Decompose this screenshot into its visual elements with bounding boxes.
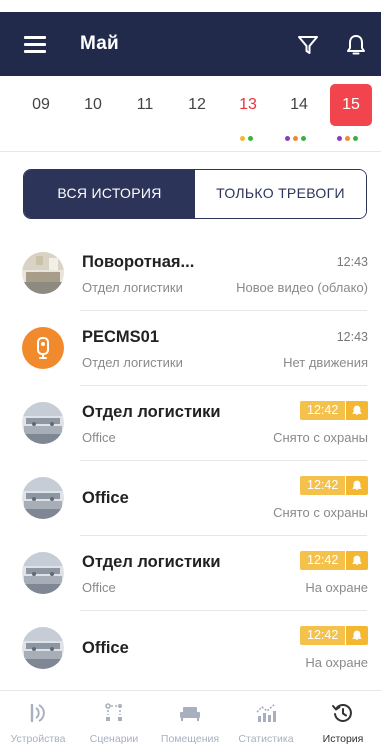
event-time: 12:42	[300, 626, 346, 645]
event-time: 12:43	[336, 330, 368, 344]
filter-icon[interactable]	[297, 34, 319, 56]
event-title: Office	[82, 489, 129, 507]
devices-icon	[30, 703, 45, 723]
event-dot	[353, 136, 358, 141]
event-title: Отдел логистики	[82, 403, 221, 421]
date-10[interactable]: 10	[72, 84, 114, 126]
office-avatar	[22, 627, 64, 669]
event-title: Поворотная...	[82, 253, 195, 271]
list-item[interactable]: Отдел логистики Office 12:42 На охране	[0, 536, 381, 611]
nav-rooms[interactable]: Помещения	[152, 691, 228, 752]
event-list: Поворотная... Отдел логистики 12:43 Ново…	[0, 236, 381, 686]
event-status: Снято с охраны	[273, 505, 368, 520]
event-status: На охране	[305, 655, 368, 670]
event-title: Отдел логистики	[82, 553, 221, 571]
event-status: Нет движения	[283, 355, 368, 370]
top-app-bar: Май	[0, 12, 381, 76]
event-dot	[240, 136, 245, 141]
bell-icon	[346, 401, 368, 420]
nav-scenarios[interactable]: Сценарии	[76, 691, 152, 752]
list-item[interactable]: Office 12:42 Снято с охраны	[0, 461, 381, 536]
motion-sensor-icon	[37, 337, 49, 359]
list-item[interactable]: Office 12:42 На охране	[0, 611, 381, 686]
nav-label: Статистика	[238, 733, 294, 745]
bottom-navigation: Устройства Сценарии Помещения Статистика	[0, 690, 381, 752]
list-item[interactable]: Отдел логистики Office 12:42 Снято с охр…	[0, 386, 381, 461]
event-subtitle: Отдел логистики	[82, 280, 183, 295]
office-avatar	[22, 477, 64, 519]
date-12[interactable]: 12	[176, 84, 218, 126]
event-status: Новое видео (облако)	[236, 280, 368, 295]
nav-statistics[interactable]: Статистика	[228, 691, 304, 752]
camera-snapshot-avatar	[22, 252, 64, 294]
alarm-badge: 12:42	[300, 476, 368, 495]
alarm-badge: 12:42	[300, 401, 368, 420]
tab-alarms-only[interactable]: ТОЛЬКО ТРЕВОГИ	[195, 170, 366, 218]
bell-icon[interactable]	[345, 33, 367, 57]
event-dot	[345, 136, 350, 141]
list-item[interactable]: Поворотная... Отдел логистики 12:43 Ново…	[0, 236, 381, 311]
alarm-badge: 12:42	[300, 626, 368, 645]
event-status: Снято с охраны	[273, 430, 368, 445]
date-09[interactable]: 09	[20, 84, 62, 126]
motion-sensor-avatar	[22, 327, 64, 369]
event-time: 12:42	[300, 401, 346, 420]
event-dot	[285, 136, 290, 141]
event-time: 12:42	[300, 476, 346, 495]
history-icon	[332, 704, 352, 722]
event-dot	[337, 136, 342, 141]
nav-label: Сценарии	[89, 733, 139, 745]
statistics-icon	[256, 703, 276, 722]
event-dots-15	[337, 136, 358, 142]
event-status: На охране	[305, 580, 368, 595]
nav-label: Помещения	[160, 733, 220, 745]
event-dot	[293, 136, 298, 141]
date-11[interactable]: 11	[124, 84, 166, 126]
nav-history[interactable]: История	[305, 691, 381, 752]
page-title: Май	[80, 33, 119, 54]
office-avatar	[22, 552, 64, 594]
event-title: PECMS01	[82, 328, 160, 346]
nav-devices[interactable]: Устройства	[0, 691, 76, 752]
nav-label: Устройства	[10, 733, 66, 745]
event-time: 12:42	[300, 551, 346, 570]
history-filter-toggle: ВСЯ ИСТОРИЯ ТОЛЬКО ТРЕВОГИ	[23, 169, 367, 219]
tab-all-history[interactable]: ВСЯ ИСТОРИЯ	[24, 170, 195, 218]
bell-icon	[346, 626, 368, 645]
bell-icon	[346, 551, 368, 570]
alarm-badge: 12:42	[300, 551, 368, 570]
date-strip: 09 10 11 12 13 14 15	[0, 76, 381, 152]
event-subtitle: Office	[82, 580, 116, 595]
event-title: Office	[82, 639, 129, 657]
event-subtitle: Отдел логистики	[82, 355, 183, 370]
event-time: 12:43	[336, 255, 368, 269]
event-dots-13	[240, 136, 253, 142]
menu-icon[interactable]	[24, 36, 46, 54]
list-item[interactable]: PECMS01 Отдел логистики 12:43 Нет движен…	[0, 311, 381, 386]
date-14[interactable]: 14	[278, 84, 320, 126]
bell-icon	[346, 476, 368, 495]
event-dots-14	[285, 136, 306, 142]
event-subtitle: Office	[82, 430, 116, 445]
event-dot	[248, 136, 253, 141]
date-13[interactable]: 13	[227, 84, 269, 126]
date-15-selected[interactable]: 15	[330, 84, 372, 126]
sofa-icon	[180, 707, 200, 721]
office-avatar	[22, 402, 64, 444]
event-dot	[301, 136, 306, 141]
nav-label: История	[322, 733, 364, 745]
scenarios-icon	[105, 703, 122, 721]
